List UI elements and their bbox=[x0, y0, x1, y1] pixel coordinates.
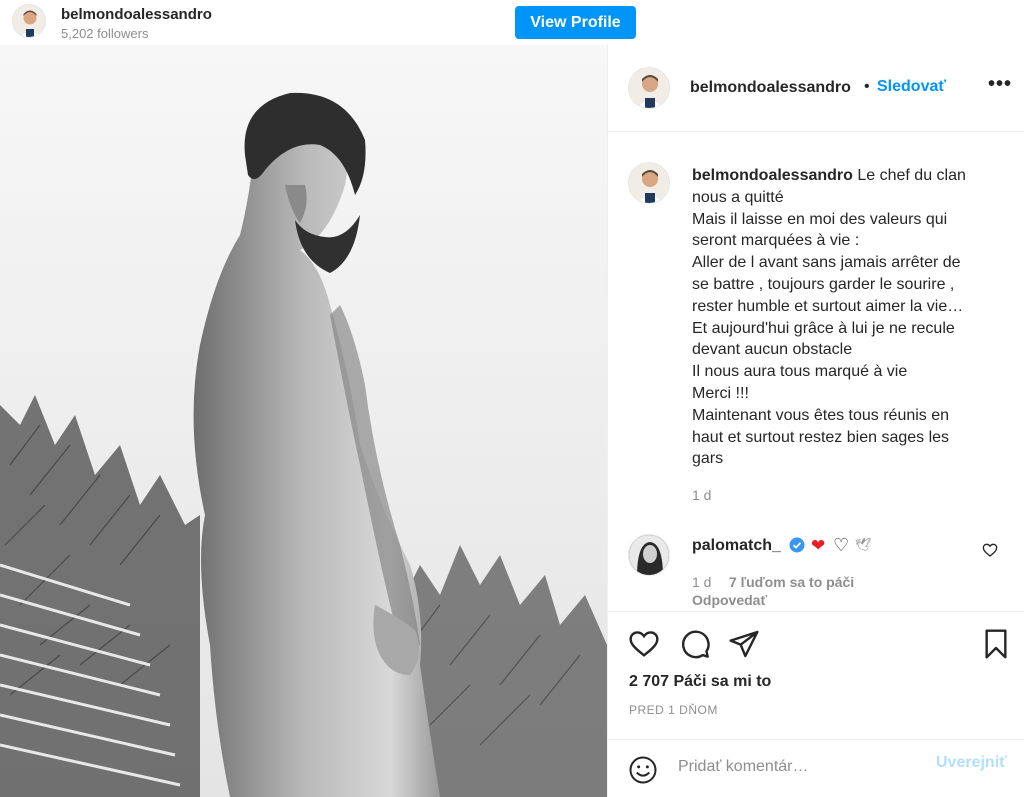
post-timestamp[interactable]: PRED 1 DŇOM bbox=[629, 703, 718, 717]
post-caption: belmondoalessandro Le chef du clan nous … bbox=[692, 165, 1002, 470]
post-comment-button[interactable]: Uverejniť bbox=[936, 754, 1007, 772]
profile-avatar[interactable] bbox=[12, 4, 46, 38]
emoji-icon[interactable] bbox=[628, 755, 658, 785]
caption-line: se battre , toujours garder le sourire , bbox=[692, 275, 955, 293]
comment-like-count[interactable]: 7 ľuďom sa to páči bbox=[729, 574, 854, 590]
add-comment-bar: Uverejniť bbox=[608, 739, 1024, 797]
commenter-avatar[interactable] bbox=[628, 534, 670, 576]
caption-timestamp[interactable]: 1 d bbox=[692, 487, 711, 503]
profile-username[interactable]: belmondoalessandro bbox=[61, 6, 212, 23]
embed-profile-bar: belmondoalessandro 5,202 followers View … bbox=[0, 0, 645, 45]
comment-icon[interactable] bbox=[679, 628, 711, 660]
caption-line: Il nous aura tous marqué à vie bbox=[692, 363, 908, 381]
comment-input[interactable] bbox=[678, 752, 923, 782]
author-username[interactable]: belmondoalessandro bbox=[690, 79, 851, 97]
caption-line: rester humble et surtout aimer la vie… bbox=[692, 297, 964, 315]
caption-username[interactable]: belmondoalessandro bbox=[692, 167, 853, 184]
share-icon[interactable] bbox=[728, 628, 760, 660]
commenter-username[interactable]: palomatch_ bbox=[692, 537, 781, 555]
post-header: belmondoalessandro • Sledovať ••• bbox=[608, 45, 1024, 132]
author-avatar[interactable] bbox=[628, 67, 670, 109]
caption-line: Aller de l avant sans jamais arrêter de bbox=[692, 254, 961, 272]
caption-line: Le chef du clan bbox=[857, 167, 966, 184]
caption-line: haut et surtout restez bien sages les bbox=[692, 428, 950, 446]
separator-dot: • bbox=[864, 78, 870, 95]
post-image[interactable] bbox=[0, 45, 607, 797]
caption-line: devant aucun obstacle bbox=[692, 341, 853, 359]
follow-button[interactable]: Sledovať bbox=[877, 78, 946, 96]
actions-divider bbox=[608, 611, 1024, 612]
caption-line: gars bbox=[692, 450, 724, 468]
view-profile-button[interactable]: View Profile bbox=[515, 6, 636, 39]
follower-count: 5,202 followers bbox=[61, 26, 149, 41]
caption-line: seront marquées à vie : bbox=[692, 232, 860, 250]
caption-author-avatar[interactable] bbox=[628, 162, 670, 204]
red-heart-emoji: ❤ bbox=[811, 536, 826, 555]
caption-line: Merci !!! bbox=[692, 384, 749, 402]
dove-emoji: 🕊 bbox=[855, 537, 872, 552]
comment-timestamp[interactable]: 1 d bbox=[692, 574, 711, 590]
caption-line: nous a quitté bbox=[692, 188, 784, 206]
verified-badge-icon bbox=[789, 537, 805, 553]
likes-count[interactable]: 2 707 Páči sa mi to bbox=[629, 673, 771, 691]
white-heart-emoji: ♡ bbox=[833, 535, 850, 555]
caption-line: Maintenant vous êtes tous réunis en bbox=[692, 406, 950, 424]
more-options-icon[interactable]: ••• bbox=[988, 73, 1012, 96]
post-details-panel: belmondoalessandro • Sledovať ••• belmon… bbox=[607, 45, 1024, 797]
heart-icon[interactable] bbox=[628, 628, 660, 660]
reply-button[interactable]: Odpovedať bbox=[692, 592, 767, 608]
caption-line: Mais il laisse en moi des valeurs qui bbox=[692, 210, 948, 228]
bookmark-icon[interactable] bbox=[982, 628, 1010, 660]
post-photo-illustration bbox=[0, 45, 607, 797]
caption-line: Et aujourd'hui grâce à lui je ne recule bbox=[692, 319, 955, 337]
comment-like-heart-icon[interactable] bbox=[982, 542, 998, 558]
